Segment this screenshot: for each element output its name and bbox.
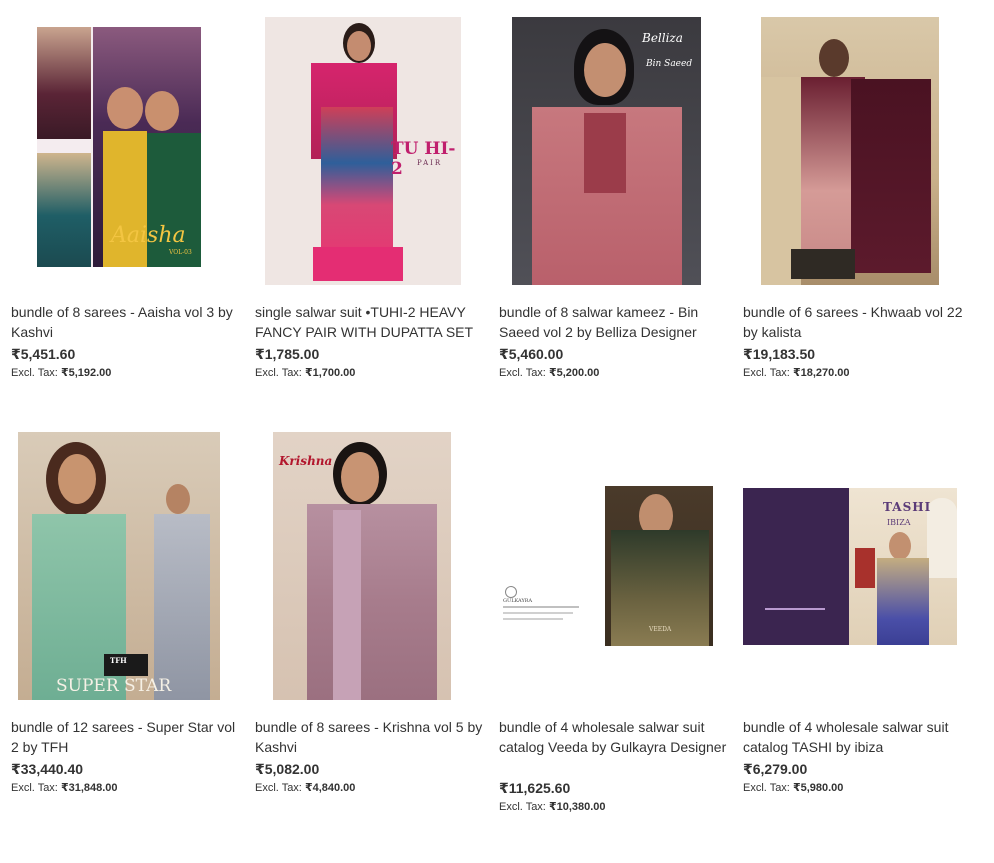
excl-tax-price: ₹5,200.00 xyxy=(548,367,600,379)
product-price: ₹33,440.40 xyxy=(11,761,84,777)
product-image-link[interactable]: SUPER STAR TFH xyxy=(11,432,247,712)
product-image-link[interactable]: Belliza Bin Saeed xyxy=(499,17,735,297)
cover-sub-text: PAIR xyxy=(417,159,443,167)
product-price: ₹1,785.00 xyxy=(255,346,320,362)
product-image-link[interactable]: TU HI-2 PAIR xyxy=(255,17,491,297)
product-image: Belliza Bin Saeed xyxy=(512,17,701,285)
cover-sub-text: Bin Saeed xyxy=(646,59,693,69)
cover-sub-text: GULKAYRA xyxy=(503,598,533,604)
excl-tax-price: ₹4,840.00 xyxy=(304,782,356,794)
product-grid: Aaisha VOL-03 bundle of 8 sarees - Aaish… xyxy=(0,0,994,863)
excl-tax-price: ₹10,380.00 xyxy=(548,801,606,813)
product-title-link[interactable]: bundle of 8 salwar kameez - Bin Saeed vo… xyxy=(499,303,731,342)
excl-tax-price: ₹5,192.00 xyxy=(60,367,112,379)
cover-sub-text: VOL-03 xyxy=(169,249,192,256)
product-image-link[interactable]: GULKAYRA VEEDA xyxy=(499,432,735,712)
product-image: TU HI-2 PAIR xyxy=(265,17,461,285)
excl-tax-line: Excl. Tax: ₹10,380.00 xyxy=(499,800,606,813)
excl-tax-label: Excl. Tax: xyxy=(499,801,546,813)
product-title-link[interactable]: single salwar suit •TUHI-2 HEAVY FANCY P… xyxy=(255,303,487,342)
excl-tax-line: Excl. Tax: ₹5,192.00 xyxy=(11,366,111,379)
product-image-link[interactable]: TASHI IBIZA xyxy=(743,432,979,712)
product-image: Aaisha VOL-03 xyxy=(37,27,201,267)
excl-tax-line: Excl. Tax: ₹31,848.00 xyxy=(11,781,118,794)
excl-tax-price: ₹18,270.00 xyxy=(792,367,850,379)
product-title-link[interactable]: bundle of 12 sarees - Super Star vol 2 b… xyxy=(11,718,243,757)
excl-tax-line: Excl. Tax: ₹18,270.00 xyxy=(743,366,850,379)
excl-tax-label: Excl. Tax: xyxy=(11,367,58,379)
excl-tax-label: Excl. Tax: xyxy=(499,367,546,379)
product-image-link[interactable] xyxy=(743,17,979,297)
cover-brand-text: Aaisha xyxy=(111,223,186,248)
product-image: GULKAYRA VEEDA xyxy=(499,486,713,646)
product-image: TASHI IBIZA xyxy=(743,488,957,645)
product-price: ₹11,625.60 xyxy=(499,780,571,796)
excl-tax-line: Excl. Tax: ₹5,200.00 xyxy=(499,366,599,379)
product-title-link[interactable]: bundle of 6 sarees - Khwaab vol 22 by ka… xyxy=(743,303,975,342)
cover-brand-text: Belliza xyxy=(642,31,683,45)
product-image-link[interactable]: Krishna xyxy=(255,432,491,712)
excl-tax-price: ₹1,700.00 xyxy=(304,367,356,379)
cover-brand-text: SUPER STAR xyxy=(56,676,172,696)
cover-sub-text: IBIZA xyxy=(887,518,911,527)
excl-tax-label: Excl. Tax: xyxy=(255,367,302,379)
cover-brand-text: Krishna xyxy=(279,454,333,468)
product-price: ₹5,082.00 xyxy=(255,761,320,777)
excl-tax-line: Excl. Tax: ₹5,980.00 xyxy=(743,781,843,794)
excl-tax-price: ₹5,980.00 xyxy=(792,782,844,794)
excl-tax-line: Excl. Tax: ₹1,700.00 xyxy=(255,366,355,379)
product-price: ₹5,451.60 xyxy=(11,346,76,362)
cover-brand-text: TASHI xyxy=(883,500,932,514)
product-image-link[interactable]: Aaisha VOL-03 xyxy=(11,17,247,297)
product-image: Krishna xyxy=(273,432,451,700)
product-title-link[interactable]: bundle of 4 wholesale salwar suit catalo… xyxy=(499,718,731,757)
excl-tax-line: Excl. Tax: ₹4,840.00 xyxy=(255,781,355,794)
product-price: ₹5,460.00 xyxy=(499,346,564,362)
product-title-link[interactable]: bundle of 8 sarees - Krishna vol 5 by Ka… xyxy=(255,718,487,757)
excl-tax-price: ₹31,848.00 xyxy=(60,782,118,794)
excl-tax-label: Excl. Tax: xyxy=(255,782,302,794)
cover-sub-text: TFH xyxy=(110,656,127,665)
product-title-link[interactable]: bundle of 8 sarees - Aaisha vol 3 by Kas… xyxy=(11,303,243,342)
product-price: ₹19,183.50 xyxy=(743,346,816,362)
excl-tax-label: Excl. Tax: xyxy=(743,782,790,794)
cover-brand-text: VEEDA xyxy=(649,626,672,633)
excl-tax-label: Excl. Tax: xyxy=(743,367,790,379)
product-image: SUPER STAR TFH xyxy=(18,432,220,700)
product-image xyxy=(761,17,939,285)
product-title-link[interactable]: bundle of 4 wholesale salwar suit catalo… xyxy=(743,718,975,757)
excl-tax-label: Excl. Tax: xyxy=(11,782,58,794)
product-price: ₹6,279.00 xyxy=(743,761,808,777)
